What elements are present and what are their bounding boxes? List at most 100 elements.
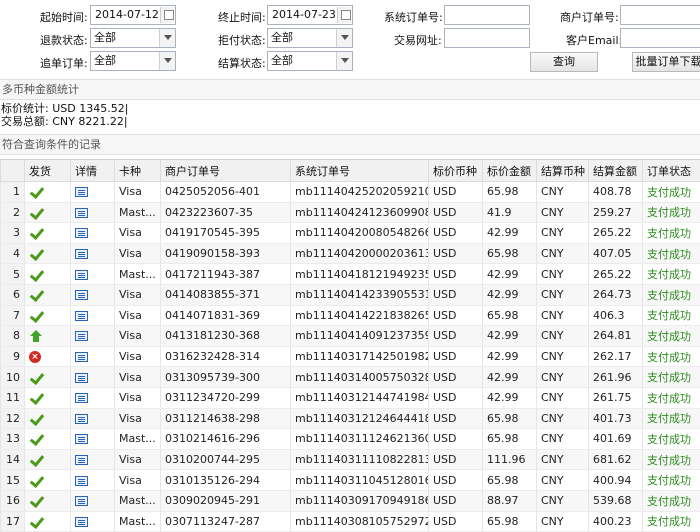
detail-cell[interactable] — [70, 305, 115, 327]
table-row[interactable]: 12 Visa 0311214638-298 mb111403121246444180… — [0, 408, 700, 430]
detail-icon[interactable] — [75, 207, 88, 218]
ship-status-cell[interactable] — [24, 284, 71, 306]
detail-cell[interactable] — [70, 428, 115, 450]
detail-cell[interactable] — [70, 511, 115, 532]
check-icon[interactable] — [29, 186, 43, 198]
detail-cell[interactable] — [70, 202, 115, 224]
detail-icon[interactable] — [75, 269, 88, 280]
detail-icon[interactable] — [75, 455, 88, 466]
card-type-column-header[interactable]: 卡种 — [114, 159, 161, 182]
table-row[interactable]: 17 Mast... 0307113247-287 mb111403081057529… — [0, 511, 700, 532]
calendar-icon[interactable] — [160, 7, 174, 23]
check-icon[interactable] — [29, 454, 43, 466]
detail-cell[interactable] — [70, 469, 115, 491]
order-status-column-header[interactable]: 订单状态 — [642, 159, 700, 182]
check-icon[interactable] — [29, 289, 43, 301]
detail-cell[interactable] — [70, 366, 115, 388]
ship-status-cell[interactable] — [24, 469, 71, 491]
refund-status-select[interactable]: 全部 — [90, 28, 176, 48]
detail-cell[interactable] — [70, 222, 115, 244]
ship-status-cell[interactable] — [24, 408, 71, 430]
ship-status-cell[interactable] — [24, 263, 71, 285]
detail-icon[interactable] — [75, 516, 88, 527]
upload-icon[interactable] — [29, 329, 43, 343]
table-row[interactable]: 9 × Visa 0316232428-314 mb111403171425019820… — [0, 346, 700, 368]
detail-icon[interactable] — [75, 331, 88, 342]
detail-cell[interactable] — [70, 284, 115, 306]
ship-status-cell[interactable]: × — [24, 346, 71, 368]
check-icon[interactable] — [29, 310, 43, 322]
table-row[interactable]: 11 Visa 0311234720-299 mb111403121447419840… — [0, 387, 700, 409]
ship-status-cell[interactable] — [24, 428, 71, 450]
detail-cell[interactable] — [70, 449, 115, 471]
table-row[interactable]: 14 Visa 0310200744-295 mb111403111108228130… — [0, 449, 700, 471]
ship-status-cell[interactable] — [24, 325, 71, 347]
merchant-order-input[interactable] — [620, 5, 700, 25]
detail-cell[interactable] — [70, 346, 115, 368]
customer-email-input[interactable] — [620, 28, 700, 48]
detail-icon[interactable] — [75, 290, 88, 301]
detail-icon[interactable] — [75, 372, 88, 383]
settle-amount-column-header[interactable]: 结算金额 — [588, 159, 643, 182]
detail-icon[interactable] — [75, 187, 88, 198]
table-row[interactable]: 8 Visa 0413181230-368 mb111404140912373590 U… — [0, 325, 700, 347]
start-time-input[interactable]: 2014-07-12 — [90, 5, 176, 25]
trade-url-input[interactable] — [444, 28, 530, 48]
check-icon[interactable] — [29, 269, 43, 281]
table-row[interactable]: 4 Visa 0419090158-393 mb111404200002036130 U… — [0, 243, 700, 265]
detail-icon[interactable] — [75, 310, 88, 321]
merchant-order-column-header[interactable]: 商户订单号 — [160, 159, 291, 182]
batch-download-button[interactable]: 批量订单下载 — [632, 52, 700, 72]
ship-status-cell[interactable] — [24, 202, 71, 224]
error-icon[interactable]: × — [29, 351, 41, 364]
check-icon[interactable] — [29, 495, 43, 507]
check-icon[interactable] — [29, 433, 43, 445]
table-row[interactable]: 5 Mast... 0417211943-387 mb1114041812194923… — [0, 263, 700, 285]
table-row[interactable]: 10 Visa 0313095739-300 mb111403140057503280… — [0, 366, 700, 388]
system-order-input[interactable] — [444, 5, 530, 25]
end-time-input[interactable]: 2014-07-23 — [267, 5, 353, 25]
table-row[interactable]: 1 Visa 0425052056-401 mb111404252020592100 U… — [0, 181, 700, 203]
table-row[interactable]: 15 Visa 0310135126-294 mb111403110451280160… — [0, 469, 700, 491]
detail-icon[interactable] — [75, 352, 88, 363]
system-order-column-header[interactable]: 系统订单号 — [290, 159, 429, 182]
ship-status-cell[interactable] — [24, 305, 71, 327]
price-currency-column-header[interactable]: 标价币种 — [428, 159, 483, 182]
table-row[interactable]: 2 Mast... 0423223607-35 mb11140424123609908… — [0, 202, 700, 224]
table-row[interactable]: 16 Mast... 0309020945-291 mb111403091709491… — [0, 490, 700, 512]
detail-icon[interactable] — [75, 413, 88, 424]
check-icon[interactable] — [29, 372, 43, 384]
detail-icon[interactable] — [75, 496, 88, 507]
ship-status-cell[interactable] — [24, 490, 71, 512]
ship-status-cell[interactable] — [24, 366, 71, 388]
check-icon[interactable] — [29, 475, 43, 487]
detail-icon[interactable] — [75, 475, 88, 486]
detail-cell[interactable] — [70, 387, 115, 409]
check-icon[interactable] — [29, 413, 43, 425]
detail-cell[interactable] — [70, 243, 115, 265]
ship-status-cell[interactable] — [24, 449, 71, 471]
price-amount-column-header[interactable]: 标价金额 — [482, 159, 537, 182]
check-icon[interactable] — [29, 207, 43, 219]
ship-status-cell[interactable] — [24, 243, 71, 265]
ship-status-cell[interactable] — [24, 181, 71, 203]
detail-cell[interactable] — [70, 181, 115, 203]
detail-cell[interactable] — [70, 408, 115, 430]
ship-status-cell[interactable] — [24, 511, 71, 532]
detail-cell[interactable] — [70, 325, 115, 347]
detail-cell[interactable] — [70, 263, 115, 285]
calendar-icon[interactable] — [337, 7, 351, 23]
check-icon[interactable] — [29, 392, 43, 404]
check-icon[interactable] — [29, 227, 43, 239]
detail-icon[interactable] — [75, 228, 88, 239]
track-order-select[interactable]: 全部 — [90, 51, 176, 71]
table-row[interactable]: 13 Mast... 0310214616-296 mb111403111246213… — [0, 428, 700, 450]
ship-status-cell[interactable] — [24, 222, 71, 244]
check-icon[interactable] — [29, 248, 43, 260]
detail-cell[interactable] — [70, 490, 115, 512]
detail-icon[interactable] — [75, 393, 88, 404]
table-row[interactable]: 3 Visa 0419170545-395 mb111404200805482660 U… — [0, 222, 700, 244]
chargeback-status-select[interactable]: 全部 — [267, 28, 353, 48]
detail-icon[interactable] — [75, 434, 88, 445]
table-row[interactable]: 6 Visa 0414083855-371 mb111404142339055310 U… — [0, 284, 700, 306]
